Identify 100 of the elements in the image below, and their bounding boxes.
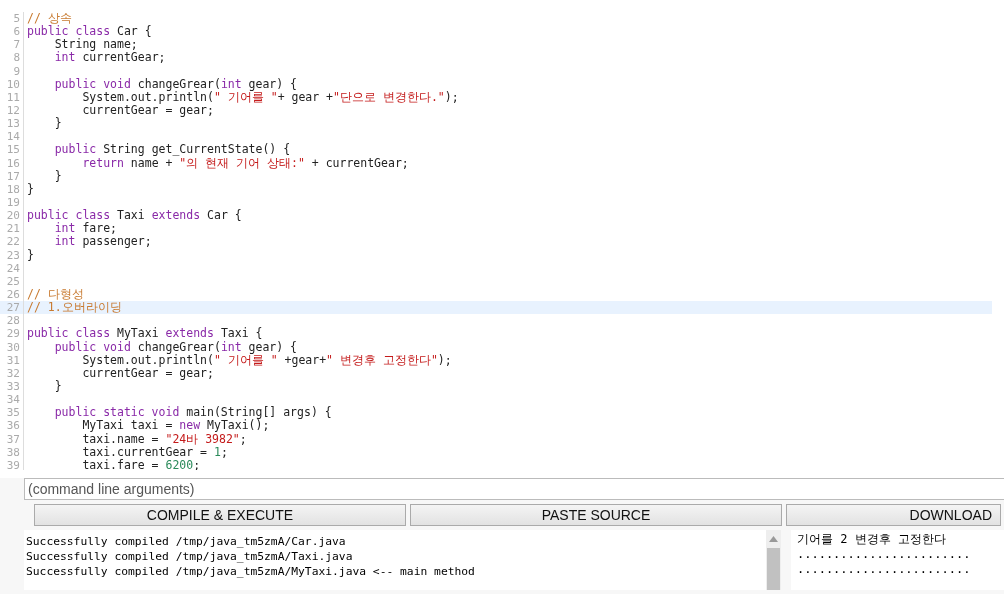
code-token: public void [54, 339, 131, 354]
code-token: name + [130, 155, 173, 170]
line-number: 17 [0, 169, 24, 183]
line-number: 11 [0, 90, 24, 104]
code-token: int [220, 339, 242, 354]
code-token: "의 현재 기어 상태:" [179, 155, 305, 170]
code-token: ; [239, 431, 247, 446]
code-token: "24바 3982" [165, 431, 240, 446]
code-token: MyTaxi [116, 326, 160, 341]
line-number: 25 [0, 274, 24, 288]
code-token: public class [27, 24, 111, 39]
line-number: 19 [0, 195, 24, 210]
code-token: } [53, 168, 62, 183]
line-number: 15 [0, 143, 24, 157]
code-token: +gear+ [283, 352, 327, 367]
code-token: MyTaxi(); [207, 418, 270, 433]
code-token: public void [53, 76, 131, 91]
scroll-up-icon[interactable] [769, 536, 778, 542]
code-token: } [53, 116, 62, 131]
code-token: Car { [116, 24, 152, 39]
code-token: MyTaxi taxi = [82, 418, 174, 433]
line-number: 33 [0, 379, 24, 394]
action-button[interactable]: DOWNLOAD [786, 504, 1001, 526]
code-token: public static void [53, 405, 180, 420]
code-token: currentGear = gear; [81, 103, 214, 117]
code-token: Taxi { [219, 326, 263, 341]
action-button[interactable]: COMPILE & EXECUTE [34, 504, 406, 526]
line-number: 35 [0, 406, 24, 420]
line-number: 38 [0, 445, 24, 459]
code-token: int [54, 221, 76, 236]
log-line: Successfully compiled /tmp/java_tm5zmA/Taxi.java [26, 549, 354, 564]
code-token: ; [220, 444, 228, 459]
line-number: 13 [0, 117, 24, 131]
line-number: 10 [0, 77, 24, 91]
log-line: Successfully compiled /tmp/java_tm5zmA/MyTaxi.java <-- main method [26, 564, 476, 579]
line-number: 22 [0, 235, 24, 249]
code-token: " 변경후 고정한다" [326, 352, 438, 367]
line-number: 20 [0, 209, 24, 223]
code-token: Taxi [116, 208, 146, 223]
code-token: ; [193, 457, 201, 470]
code-token: // 다형성 [27, 286, 84, 301]
line-number: 27 [0, 301, 24, 315]
code-token: int [53, 234, 76, 249]
action-button[interactable]: PASTE SOURCE [410, 504, 782, 526]
code-token: gear) { [247, 76, 298, 91]
line-number: 16 [0, 156, 24, 170]
line-number: 31 [0, 353, 24, 367]
code-token: return [82, 155, 124, 170]
code-token: taxi.fare = [81, 457, 160, 470]
line-number: 18 [0, 182, 24, 196]
code-token: ); [444, 89, 459, 104]
line-number: 8 [0, 51, 24, 65]
code-token: int [220, 76, 242, 91]
code-token: ); [437, 352, 452, 367]
line-number: 28 [0, 314, 24, 328]
code-token: new [179, 418, 201, 433]
code-token: main(String[] args) { [185, 405, 332, 420]
output-line: ........................ [797, 547, 971, 562]
code-token: System.out.println( [82, 352, 214, 367]
line-number: 9 [0, 64, 24, 78]
code-token: currentGear; [82, 50, 166, 65]
code-token: fare; [81, 221, 117, 236]
code-token: Car { [206, 208, 242, 223]
code-token: "단으로 변경한다." [333, 89, 445, 104]
line-number: 6 [0, 25, 24, 39]
code-token: String name; [54, 37, 138, 52]
code-token: + currentGear; [310, 155, 409, 170]
line-number: 37 [0, 432, 24, 446]
code-token: System.out.println( [82, 89, 214, 104]
line-number: 14 [0, 130, 24, 144]
output-line: 기어를 2 변경후 고정한다 [797, 532, 946, 547]
code-token: taxi.name = [81, 431, 160, 446]
line-number: 39 [0, 458, 24, 470]
code-token: String get_CurrentState() { [102, 142, 291, 157]
log-line: Successfully compiled /tmp/java_tm5zmA/Car.java [26, 534, 347, 549]
code-token: gear) { [247, 339, 298, 354]
code-token: } [53, 378, 62, 393]
line-number: 36 [0, 419, 24, 433]
output-line: ........................ [797, 562, 971, 577]
code-token: public class [27, 326, 111, 341]
line-number: 32 [0, 366, 24, 380]
line-number: 24 [0, 261, 24, 275]
line-number: 7 [0, 38, 24, 52]
code-token: changeGrear( [137, 76, 221, 91]
code-token: } [27, 181, 34, 196]
code-token: public class [27, 208, 111, 223]
code-token: taxi.currentGear = [81, 444, 208, 459]
line-number: 12 [0, 104, 24, 118]
code-token: + gear + [277, 89, 334, 104]
code-token: changeGrear( [137, 339, 221, 354]
scrollbar[interactable] [766, 530, 781, 590]
line-number: 5 [0, 12, 24, 26]
line-number: 21 [0, 222, 24, 236]
code-token: } [27, 247, 34, 262]
arguments-field[interactable]: (command line arguments) [24, 478, 1004, 500]
code-token: passenger; [81, 234, 152, 249]
scroll-thumb[interactable] [767, 548, 780, 590]
line-number: 23 [0, 248, 24, 262]
code-token: // 상속 [27, 11, 72, 25]
code-token: extends [151, 208, 201, 223]
